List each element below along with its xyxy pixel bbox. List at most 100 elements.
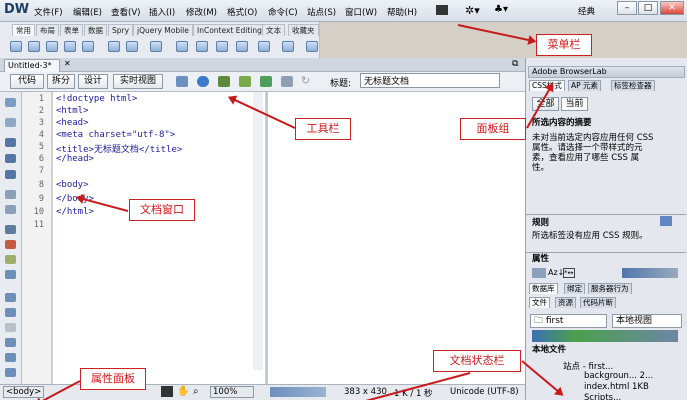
recent-snippets-icon[interactable]	[5, 338, 16, 347]
tree-item-background[interactable]: backgroun... 2...	[584, 371, 653, 381]
maximize-button[interactable]: □	[638, 1, 658, 15]
menu-help[interactable]: 帮助(H)	[387, 6, 417, 18]
anchor-icon[interactable]	[46, 41, 58, 52]
remove-comment-icon[interactable]	[5, 308, 16, 317]
close-tab-icon[interactable]: ✕	[64, 59, 71, 68]
code-view-button[interactable]: 代码	[10, 74, 44, 89]
window-size-icons[interactable]	[270, 387, 326, 397]
apply-comment-icon[interactable]	[5, 293, 16, 302]
rules-toggle-icon[interactable]	[660, 216, 672, 226]
workspace-switcher[interactable]: 经典	[578, 5, 595, 17]
tab-common[interactable]: 常用	[12, 24, 35, 36]
media-icon[interactable]	[150, 41, 162, 52]
menu-format[interactable]: 格式(O)	[227, 6, 257, 18]
tab-layout[interactable]: 布局	[36, 24, 59, 36]
tag-chooser-icon[interactable]	[306, 41, 318, 52]
refresh-design-icon[interactable]	[281, 76, 293, 87]
view-select[interactable]: 本地视图	[612, 314, 682, 328]
minimize-button[interactable]: –	[617, 1, 637, 15]
site-icon[interactable]: ♣▾	[494, 4, 508, 15]
menu-edit[interactable]: 编辑(E)	[73, 6, 102, 18]
open-documents-icon[interactable]	[5, 98, 16, 107]
current-button[interactable]: 当前	[561, 97, 588, 111]
menu-insert[interactable]: 插入(I)	[149, 6, 175, 18]
menu-file[interactable]: 文件(F)	[34, 6, 63, 18]
email-icon[interactable]	[28, 41, 40, 52]
hand-tool-icon[interactable]: ✋	[177, 386, 189, 397]
line-numbers-icon[interactable]	[5, 225, 16, 234]
code-scrollbar[interactable]	[253, 92, 263, 370]
collapse-tag-icon[interactable]	[5, 138, 16, 147]
script-icon[interactable]	[258, 41, 270, 52]
hyperlink-icon[interactable]	[10, 41, 22, 52]
balance-braces-icon[interactable]	[5, 205, 16, 214]
az-sort-icon[interactable]: Az↓	[548, 268, 564, 277]
tab-favorites[interactable]: 收藏夹	[288, 24, 319, 36]
select-tool-icon[interactable]	[161, 386, 173, 397]
highlight-invalid-icon[interactable]	[5, 240, 16, 249]
menu-modify[interactable]: 修改(M)	[186, 6, 217, 18]
tab-spry[interactable]: Spry	[108, 24, 134, 36]
zoom-select[interactable]: 100%	[210, 386, 254, 398]
tree-item-index[interactable]: index.html 1KB	[584, 382, 649, 392]
table-icon[interactable]	[82, 41, 94, 52]
close-button[interactable]: ✕	[660, 1, 684, 15]
css-panel-actions[interactable]	[622, 268, 678, 278]
visual-aids-icon[interactable]	[260, 76, 272, 87]
tab-files[interactable]: 文件	[529, 297, 550, 308]
tab-data[interactable]: 数据	[84, 24, 107, 36]
design-view-button[interactable]: 设计	[78, 74, 108, 89]
template-icon[interactable]	[282, 41, 294, 52]
title-input[interactable]	[360, 73, 500, 88]
tab-snippets[interactable]: 代码片断	[580, 297, 616, 308]
move-css-icon[interactable]	[5, 353, 16, 362]
menu-window[interactable]: 窗口(W)	[345, 6, 377, 18]
file-management-icon[interactable]	[218, 76, 230, 87]
menu-commands[interactable]: 命令(C)	[268, 6, 298, 18]
tab-incontext[interactable]: InContext Editing	[193, 24, 266, 36]
auto-indent-icon[interactable]	[5, 270, 16, 279]
expand-all-icon[interactable]	[5, 170, 16, 179]
preview-icon[interactable]	[197, 76, 209, 87]
comment-icon[interactable]	[216, 41, 228, 52]
show-code-navigator-icon[interactable]	[5, 118, 16, 127]
menu-view[interactable]: 查看(V)	[111, 6, 140, 18]
refresh-icon[interactable]: ↻	[301, 74, 310, 87]
server-include-icon[interactable]	[196, 41, 208, 52]
tab-forms[interactable]: 表单	[60, 24, 83, 36]
tab-server-behaviors[interactable]: 服务器行为	[588, 283, 632, 294]
document-tab[interactable]: Untitled-3*	[4, 59, 60, 72]
split-view-button[interactable]: 拆分	[47, 74, 75, 89]
restore-icon[interactable]: ⧉	[512, 59, 518, 69]
gear-icon[interactable]: ✲▾	[465, 4, 480, 17]
set-properties-icon[interactable]: *↔	[563, 268, 575, 278]
tab-ap-elements[interactable]: AP 元素	[568, 80, 602, 91]
head-icon[interactable]	[236, 41, 248, 52]
live-view-button[interactable]: 实时视图	[113, 74, 163, 89]
wrap-tag-icon[interactable]	[5, 323, 16, 332]
zoom-tool-icon[interactable]: ⌕	[193, 386, 199, 397]
date-icon[interactable]	[176, 41, 188, 52]
div-icon[interactable]	[108, 41, 120, 52]
collapse-selection-icon[interactable]	[5, 154, 16, 163]
tab-jquery-mobile[interactable]: jQuery Mobile	[133, 24, 193, 36]
browserlab-panel[interactable]: Adobe BrowserLab	[528, 66, 685, 78]
syntax-coloring-icon[interactable]	[5, 255, 16, 264]
multiscreen-icon[interactable]	[176, 76, 188, 87]
tab-bindings[interactable]: 绑定	[564, 283, 585, 294]
tab-tag-inspector[interactable]: 标签检查器	[611, 80, 655, 91]
layout-icon[interactable]	[436, 5, 448, 15]
tab-text[interactable]: 文本	[262, 24, 285, 36]
hr-icon[interactable]	[64, 41, 76, 52]
select-parent-tag-icon[interactable]	[5, 190, 16, 199]
check-page-icon[interactable]	[239, 76, 251, 87]
indent-icon[interactable]	[5, 368, 16, 377]
site-select[interactable]: 🗀 first	[530, 314, 607, 328]
tab-assets[interactable]: 资源	[555, 297, 576, 308]
image-icon[interactable]	[126, 41, 138, 52]
category-view-icon[interactable]	[532, 268, 546, 278]
menu-site[interactable]: 站点(S)	[307, 6, 336, 18]
tree-item-scripts[interactable]: Scripts...	[584, 393, 621, 400]
tab-databases[interactable]: 数据库	[529, 283, 558, 294]
file-actions-toolbar[interactable]	[532, 330, 678, 342]
